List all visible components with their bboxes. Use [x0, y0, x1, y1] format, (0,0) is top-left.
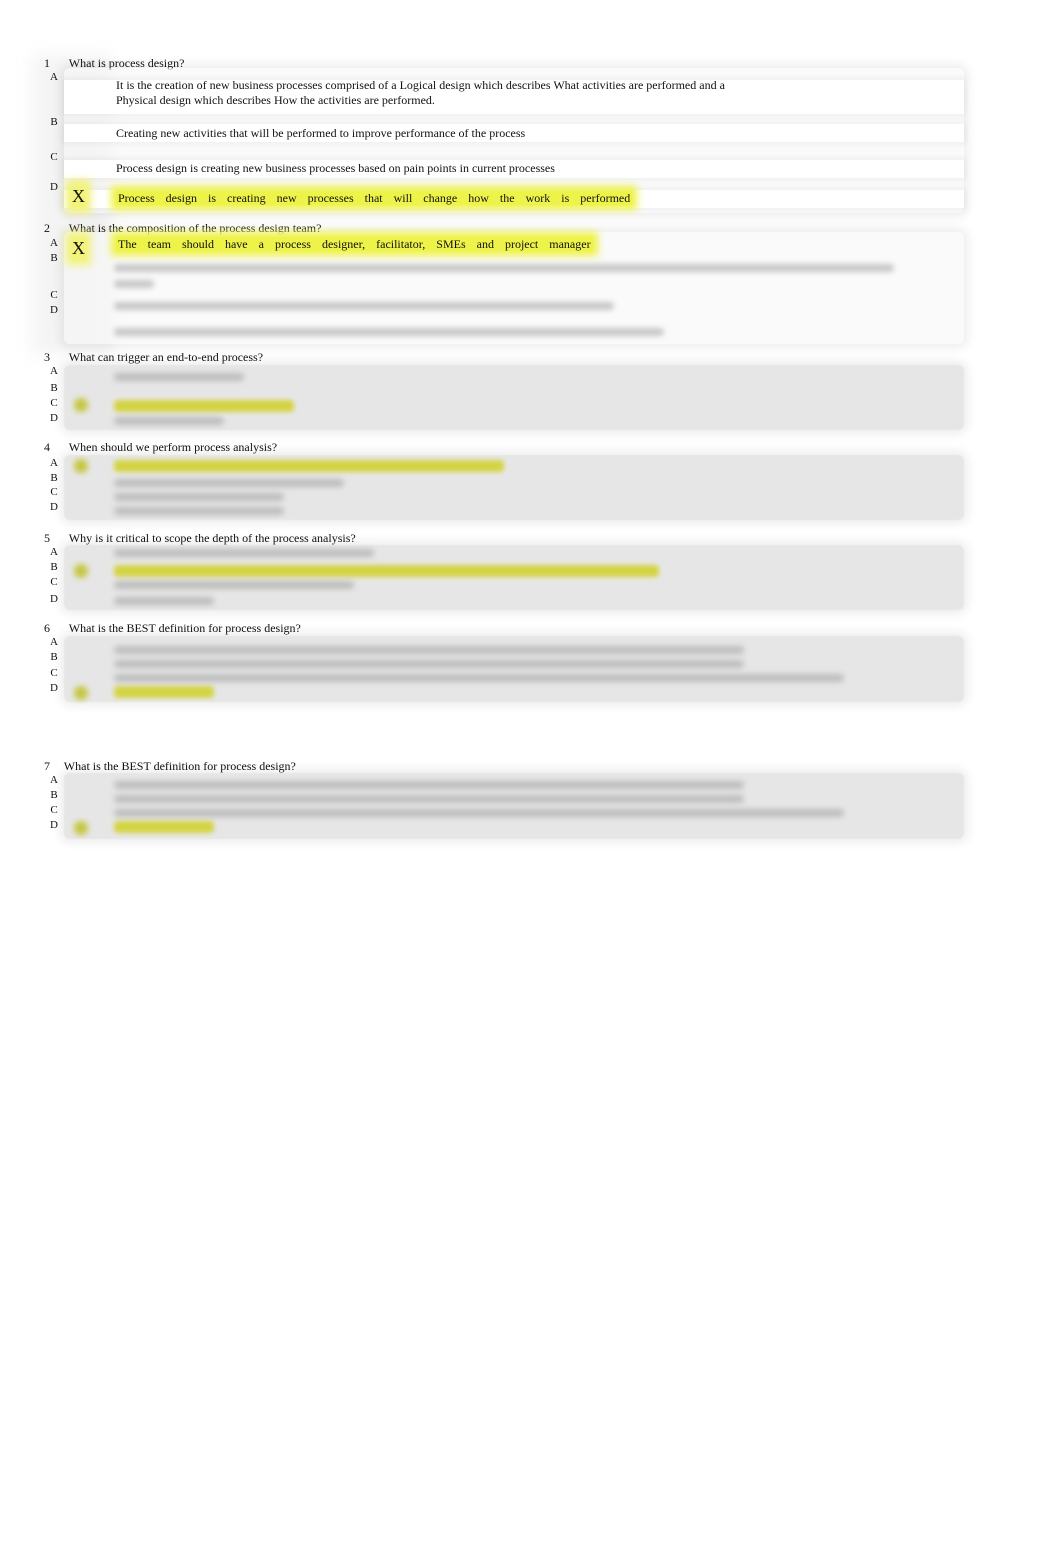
option-letter: A [50, 636, 58, 648]
option-letter: D [50, 304, 58, 316]
obscured-option-b [114, 795, 744, 803]
option-c[interactable]: Process design is creating new business … [116, 161, 555, 176]
obscured-option-c-highlighted [114, 400, 294, 412]
obscured-option-a [114, 373, 244, 381]
option-letter: A [50, 457, 58, 469]
option-letter: D [50, 181, 58, 193]
obscured-option-b [114, 479, 344, 487]
option-letter: B [50, 789, 58, 801]
option-letter: B [50, 561, 58, 573]
question-number: 2 [44, 221, 50, 235]
question-number: 6 [44, 621, 50, 635]
option-letter: C [50, 804, 58, 816]
option-letter: C [50, 576, 58, 588]
obscured-option-b-cont [114, 280, 154, 288]
question-text: When should we perform process analysis? [68, 440, 278, 454]
question-number: 4 [44, 440, 50, 454]
question-header: 4 When should we perform process analysi… [0, 440, 277, 455]
obscured-option-b-highlighted [114, 565, 659, 577]
obscured-option-c [114, 302, 614, 310]
obscured-mark [74, 398, 88, 412]
option-letter: A [50, 71, 58, 83]
obscured-option-c [114, 809, 844, 817]
obscured-option-a [114, 549, 374, 557]
question-header: 7 What is the BEST definition for proces… [0, 759, 296, 774]
option-letter: A [50, 546, 58, 558]
option-letter: C [50, 486, 58, 498]
options-box-obscured [64, 636, 964, 702]
selected-x-mark: X [72, 238, 85, 259]
option-letter: B [50, 651, 58, 663]
option-letter: D [50, 682, 58, 694]
obscured-option-c [114, 493, 284, 501]
obscured-option-d [114, 417, 224, 425]
option-text-line: Physical design which describes How the … [116, 93, 435, 107]
question-header: 3 What can trigger an end-to-end process… [0, 350, 263, 365]
option-text-line: It is the creation of new business proce… [116, 78, 725, 92]
question-header: 5 Why is it critical to scope the depth … [0, 531, 356, 546]
obscured-option-b [114, 264, 894, 272]
question-text: What can trigger an end-to-end process? [68, 350, 264, 364]
obscured-mark [74, 564, 88, 578]
obscured-option-a [114, 781, 744, 789]
option-letter: D [50, 412, 58, 424]
obscured-option-d [114, 597, 214, 605]
obscured-option-c [114, 674, 844, 682]
obscured-option-b [114, 660, 744, 668]
question-text: What is the BEST definition for process … [68, 621, 301, 635]
obscured-mark [74, 459, 88, 473]
question-text: Why is it critical to scope the depth of… [68, 531, 356, 545]
option-letter: B [50, 252, 58, 264]
obscured-option-c [114, 581, 354, 589]
option-letter: C [50, 397, 58, 409]
option-d[interactable]: Process design is creating new processes… [116, 191, 633, 206]
option-letter: A [50, 774, 58, 786]
options-box-obscured [64, 365, 964, 430]
options-box: It is the creation of new business proce… [64, 68, 964, 213]
question-number: 1 [44, 56, 50, 70]
option-a[interactable]: The team should have a process designer,… [116, 237, 593, 252]
option-letter: D [50, 593, 58, 605]
option-letter: C [50, 151, 58, 163]
obscured-mark [74, 686, 88, 700]
question-number: 3 [44, 350, 50, 364]
question-number: 5 [44, 531, 50, 545]
question-number: 7 [44, 759, 50, 773]
options-box-obscured [64, 455, 964, 520]
option-letter: B [50, 382, 58, 394]
obscured-option-a-highlighted [114, 460, 504, 472]
options-box: X The team should have a process designe… [64, 232, 964, 344]
obscured-option-a [114, 646, 744, 654]
obscured-mark [74, 821, 88, 835]
obscured-option-d [114, 507, 284, 515]
options-box-obscured [64, 545, 964, 610]
obscured-option-d-highlighted [114, 821, 214, 833]
option-text: Creating new activities that will be per… [116, 126, 526, 140]
option-letter: B [50, 472, 58, 484]
option-letter: D [50, 501, 58, 513]
option-a[interactable]: It is the creation of new business proce… [116, 78, 725, 108]
option-letter: C [50, 667, 58, 679]
obscured-option-d [114, 328, 664, 336]
option-text-highlighted: Process design is creating new processes… [116, 191, 633, 205]
question-header: 6 What is the BEST definition for proces… [0, 621, 301, 636]
obscured-option-d-highlighted [114, 686, 214, 698]
option-letter: C [50, 289, 58, 301]
question-text: What is the BEST definition for process … [63, 759, 296, 773]
option-letter: D [50, 819, 58, 831]
option-letter: B [50, 116, 58, 128]
selected-x-mark: X [72, 186, 85, 207]
option-letter: A [50, 365, 58, 377]
option-text-highlighted: The team should have a process designer,… [116, 237, 593, 251]
option-letter: A [50, 237, 58, 249]
options-box-obscured [64, 773, 964, 839]
option-b[interactable]: Creating new activities that will be per… [116, 126, 525, 141]
option-text: Process design is creating new business … [116, 161, 555, 175]
